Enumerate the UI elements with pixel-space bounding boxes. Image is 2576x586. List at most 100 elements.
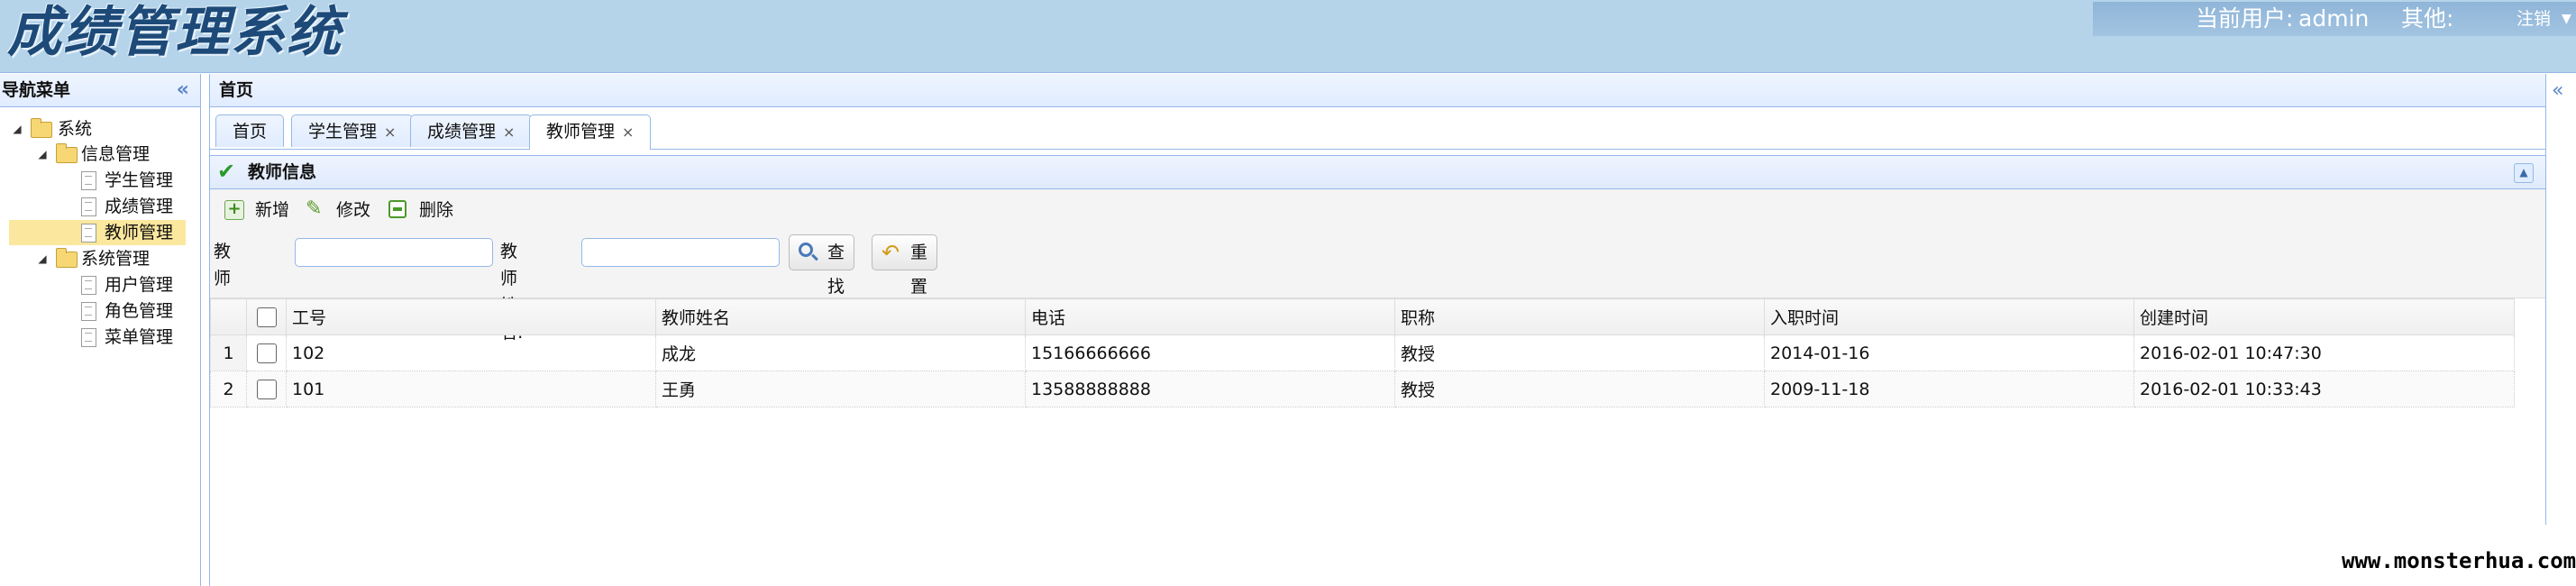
tab-teacher-management[interactable]: 教师管理 × [529,114,652,150]
table-row[interactable]: 2 101 王勇 13588888888 教授 2009-11-18 2016-… [210,371,2515,407]
row-number: 1 [210,334,247,371]
close-icon[interactable]: × [622,124,634,141]
tab-score-management[interactable]: 成绩管理 × [410,114,533,147]
cell-created-time: 2016-02-01 10:33:43 [2133,371,2515,407]
toolbar: + 新增 ✎ 修改 删除 教师工号: 教师姓名: 查找 [210,189,2546,343]
current-user-label: 当前用户: [2196,5,2294,32]
tab-label: 首页 [233,122,268,142]
tree-node-label: 菜单管理 [105,327,174,347]
column-header-created-time[interactable]: 创建时间 [2133,298,2515,335]
collapse-left-icon[interactable]: « [177,74,189,106]
column-header-hire-date[interactable]: 入职时间 [1764,298,2134,335]
main-title: 首页 [210,74,2546,107]
row-checkbox-cell[interactable] [246,371,287,407]
tree-node-label: 系统 [58,119,93,139]
file-icon [81,302,96,321]
cell-id: 102 [286,334,656,371]
expand-arrow-icon[interactable]: ◢ [11,116,23,142]
file-icon [81,276,96,295]
teacher-info-panel: ✔ 教师信息 ▲ + 新增 ✎ 修改 删除 教师工号: 教师姓名: [210,155,2546,586]
user-bar: 当前用户: admin 其他: 注销 ▼ [2093,2,2576,36]
search-button[interactable]: 查找 [789,234,855,297]
select-all-checkbox[interactable] [256,307,277,327]
tree-node-score-management[interactable]: 成绩管理 [81,194,189,219]
table-row[interactable]: 1 102 成龙 15166666666 教授 2014-01-16 2016-… [210,334,2515,371]
folder-icon [56,143,78,163]
tree-node-user-management[interactable]: 用户管理 [81,272,189,298]
row-checkbox[interactable] [256,343,277,363]
folder-icon [56,248,78,268]
add-button[interactable]: + 新增 [224,197,297,224]
cell-phone: 13588888888 [1025,371,1395,407]
tab-label: 学生管理 [308,122,378,142]
tree-node-teacher-management[interactable]: 教师管理 [9,220,186,245]
minus-icon [388,200,406,218]
tree-node-label: 信息管理 [81,144,151,164]
sidebar-title: 导航菜单 [2,80,71,100]
tree-node-label: 成绩管理 [105,197,174,216]
teacher-name-label: 教师姓名: [500,242,523,343]
logout-link[interactable]: 注销 [2517,2,2551,36]
tree-node-menu-management[interactable]: 菜单管理 [81,325,189,350]
tree-node-system[interactable]: ◢ 系统 [11,116,191,142]
nav-tree: ◢ 系统 ◢ 信息管理 学生管理 成绩管理 教师管理 ◢ 系统管理 用户管理 角… [0,107,200,378]
table-header-row: 工号 教师姓名 电话 职称 入职时间 创建时间 [210,298,2515,335]
column-header-phone[interactable]: 电话 [1025,298,1395,335]
row-number: 2 [210,371,247,407]
tree-node-label: 角色管理 [105,301,174,321]
plus-icon: + [224,200,244,220]
dropdown-caret-icon[interactable]: ▼ [2562,2,2571,36]
close-icon[interactable]: × [384,124,396,141]
tree-node-student-management[interactable]: 学生管理 [81,168,189,193]
cell-title: 教授 [1394,334,1765,371]
watermark: www.monsterhua.com [2342,548,2576,573]
add-label: 新增 [255,200,290,220]
tree-node-label: 学生管理 [105,170,174,190]
row-checkbox[interactable] [256,379,277,399]
column-header-title[interactable]: 职称 [1394,298,1765,335]
pencil-icon: ✎ [306,197,323,220]
undo-icon: ↶ [882,240,900,265]
select-all-checkbox-cell[interactable] [246,298,287,335]
teacher-id-label: 教师工号: [214,242,236,343]
expand-right-icon[interactable]: « [2552,79,2563,102]
edit-button[interactable]: ✎ 修改 [306,197,378,224]
tree-node-label: 用户管理 [105,275,174,295]
panel-title: 教师信息 [248,162,317,182]
tab-label: 教师管理 [546,122,616,142]
collapse-panel-icon[interactable]: ▲ [2514,163,2534,183]
column-header-id[interactable]: 工号 [286,298,656,335]
edit-label: 修改 [336,200,371,220]
tree-node-system-management[interactable]: ◢ 系统管理 [36,246,189,271]
cell-created-time: 2016-02-01 10:47:30 [2133,334,2515,371]
cell-phone: 15166666666 [1025,334,1395,371]
cell-id: 101 [286,371,656,407]
sidebar: 导航菜单 « ◢ 系统 ◢ 信息管理 学生管理 成绩管理 教师管理 ◢ 系统管理… [0,74,201,586]
tab-home[interactable]: 首页 [215,114,285,147]
delete-button[interactable]: 删除 [388,197,461,224]
close-icon[interactable]: × [503,124,515,141]
column-header-name[interactable]: 教师姓名 [655,298,1026,335]
teacher-id-input[interactable] [295,238,493,267]
row-checkbox-cell[interactable] [246,334,287,371]
cell-hire-date: 2014-01-16 [1764,334,2134,371]
tab-bar: 首页 学生管理 × 成绩管理 × 教师管理 × [210,107,2546,150]
rownum-header [210,298,247,335]
expand-arrow-icon[interactable]: ◢ [36,142,49,167]
checkmark-icon: ✔ [217,159,236,184]
right-collapsed-panel: « [2545,74,2576,525]
tab-student-management[interactable]: 学生管理 × [291,114,414,147]
folder-icon [31,118,52,138]
app-header: 成绩管理系统 当前用户: admin 其他: 注销 ▼ [0,0,2576,73]
other-label: 其他: [2401,5,2454,32]
expand-arrow-icon[interactable]: ◢ [36,246,49,271]
teacher-name-input[interactable] [581,238,780,267]
tab-label: 成绩管理 [427,122,497,142]
tree-node-info-management[interactable]: ◢ 信息管理 [36,142,189,167]
panel-header: ✔ 教师信息 ▲ [210,155,2546,189]
tree-node-role-management[interactable]: 角色管理 [81,298,189,324]
sidebar-header: 导航菜单 « [0,74,200,107]
reset-button[interactable]: ↶ 重置 [872,234,938,297]
search-icon [799,243,813,257]
delete-label: 删除 [419,200,454,220]
